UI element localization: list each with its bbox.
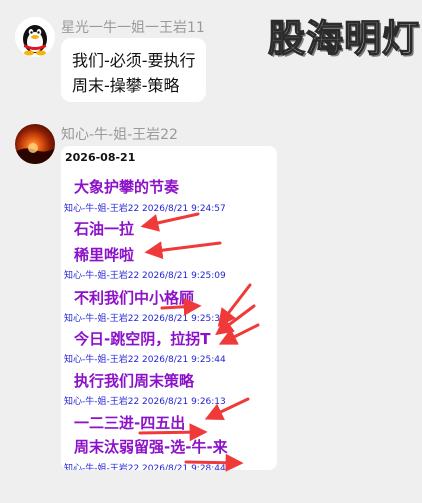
highlight-message: 周末汰弱留强-选-牛-来 — [74, 438, 228, 456]
message-image-card[interactable]: 2026-08-21 大象护攀的节奏 知心-牛-姐-王岩22 2026/8/21… — [61, 146, 277, 470]
highlight-message: 稀里哗啦 — [74, 246, 135, 264]
message-line: 周末-操攀-策略 — [72, 76, 180, 95]
message-line: 我们-必须-要执行 — [72, 51, 196, 70]
message-meta: 知心-牛-姐-王岩22 2026/8/21 9:24:57 — [64, 204, 226, 214]
message-bubble[interactable]: 我们-必须-要执行 周末-操攀-策略 — [61, 38, 206, 102]
highlight-message: 不利我们中小格顾 — [74, 289, 195, 307]
highlight-message: 石油一拉 — [74, 220, 135, 238]
highlight-message: 执行我们周末策略 — [74, 372, 195, 390]
highlight-message: 大象护攀的节奏 — [74, 178, 180, 196]
watermark-text: 股海明灯 — [267, 16, 420, 60]
highlight-message: 一二三进-四五出 — [74, 414, 186, 432]
sunset-avatar-icon[interactable] — [15, 124, 55, 164]
message-meta: 知心-牛-姐-王岩22 2026/8/21 9:25:44 — [64, 355, 226, 365]
card-date: 2026-08-21 — [65, 151, 136, 164]
sender-name: 星光一牛一姐一王岩11 — [61, 20, 205, 36]
sender-name: 知心-牛-姐-王岩22 — [61, 127, 178, 143]
message-meta: 知心-牛-姐-王岩22 2026/8/21 9:25:34 — [64, 314, 226, 324]
message-meta: 知心-牛-姐-王岩22 2026/8/21 9:25:09 — [64, 271, 226, 281]
message-meta: 知心-牛-姐-王岩22 2026/8/21 9:28:44 — [64, 464, 226, 470]
highlight-message: 今日-跳空阴，拉拐T — [74, 330, 211, 348]
message-meta: 知心-牛-姐-王岩22 2026/8/21 9:26:13 — [64, 397, 226, 407]
qq-penguin-avatar-icon[interactable] — [15, 17, 55, 57]
